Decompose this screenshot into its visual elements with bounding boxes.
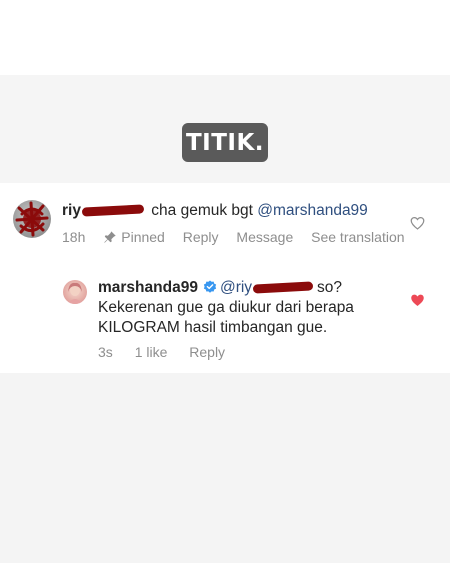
reply-avatar[interactable] (63, 280, 87, 304)
comment-time: 18h (62, 229, 86, 245)
reply-mention-link[interactable]: @riy (220, 279, 252, 296)
reply-button[interactable]: Reply (183, 229, 219, 245)
story-text-badge: TITIK. (182, 123, 268, 162)
see-translation-button[interactable]: See translation (311, 229, 404, 245)
reply-meta-row: 3s 1 like Reply (98, 344, 239, 360)
mention-redaction (252, 281, 314, 294)
heart-outline-icon[interactable] (410, 216, 425, 230)
message-button[interactable]: Message (236, 229, 293, 245)
reply-line-2: Kekerenan gue ga diukur dari berapa (98, 299, 354, 316)
verified-badge-icon (203, 280, 217, 293)
scribble-redaction-icon (15, 201, 49, 237)
comment-text: riy cha gemuk bgt @marshanda99 (62, 202, 368, 220)
likes-count-link[interactable]: 1 like (135, 344, 168, 360)
top-background (0, 0, 450, 75)
profile-photo-icon (67, 282, 83, 304)
username-redaction (81, 204, 145, 218)
commenter-avatar[interactable] (13, 200, 51, 238)
reply-reply-button[interactable]: Reply (189, 344, 225, 360)
reply-line-3: KILOGRAM hasil timbangan gue. (98, 319, 328, 336)
pin-icon (104, 231, 116, 243)
comment-mention-link[interactable]: @marshanda99 (257, 202, 368, 219)
bottom-background (0, 373, 450, 563)
reply-username[interactable]: marshanda99 (98, 279, 198, 296)
pinned-label: Pinned (121, 229, 165, 245)
reply-text-suffix: so? (317, 279, 343, 296)
reply-line-1: marshanda99 @riy so? (98, 279, 342, 297)
pinned-indicator: Pinned (103, 229, 165, 245)
comment-body: cha gemuk bgt (151, 202, 253, 219)
reply-time: 3s (98, 344, 113, 360)
heart-filled-icon[interactable] (410, 293, 425, 307)
comment-meta-row: 18h Pinned Reply Message See translation (62, 229, 405, 245)
commenter-username[interactable]: riy (62, 202, 81, 219)
